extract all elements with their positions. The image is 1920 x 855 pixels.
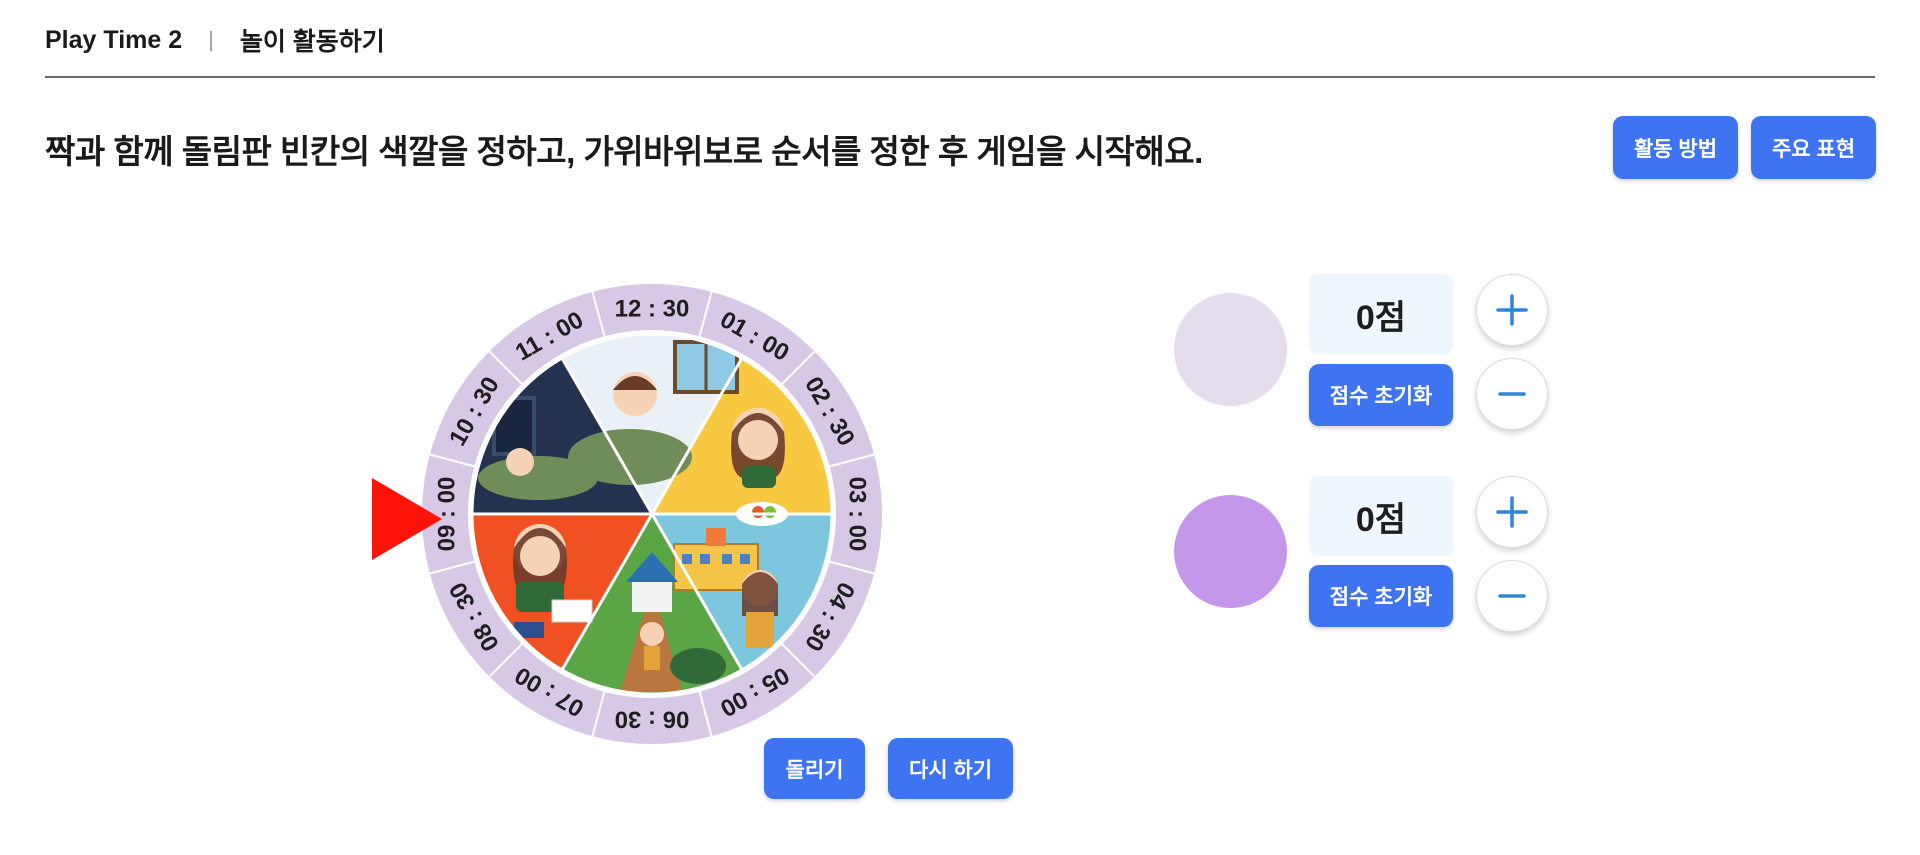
book-icon [551, 599, 593, 623]
player-2-subtract-button[interactable] [1476, 560, 1548, 632]
spin-wheel[interactable]: 01 : 00 02 : 30 03 : 00 04 : 30 05 : 00 06 : … [420, 282, 884, 746]
sleeping-blanket-icon [478, 456, 598, 500]
wheel-time-label: 03 : 00 [844, 477, 871, 552]
header: Play Time 2 | 놀이 활동하기 [45, 22, 385, 58]
plus-icon [1496, 294, 1528, 326]
house-icon [632, 582, 672, 612]
section-title: 놀이 활동하기 [239, 28, 385, 56]
app-title: Play Time 2 [45, 25, 183, 54]
wheel-pointer [372, 478, 442, 560]
plus-icon [1496, 496, 1528, 528]
player-1-score: 0점 [1309, 274, 1453, 354]
header-separator: | [208, 27, 214, 52]
restart-button[interactable]: 다시 하기 [888, 738, 1013, 799]
player-1-reset-score-button[interactable]: 점수 초기화 [1309, 364, 1453, 426]
minus-icon [1498, 594, 1526, 598]
wheel-time-label: 06 : 30 [615, 706, 690, 733]
player-1-color [1174, 293, 1287, 406]
walking-girl-icon [640, 622, 664, 646]
player-2-color [1174, 495, 1287, 608]
key-expressions-button[interactable]: 주요 표현 [1751, 116, 1876, 179]
player-1-add-button[interactable] [1476, 274, 1548, 346]
wheel-time-label: 12 : 30 [615, 296, 690, 323]
instruction-text: 짝과 함께 돌림판 빈칸의 색깔을 정하고, 가위바위보로 순서를 정한 후 게… [45, 133, 1203, 170]
sleeping-girl-icon [506, 448, 534, 476]
how-to-button[interactable]: 활동 방법 [1613, 116, 1738, 179]
player-2-add-button[interactable] [1476, 476, 1548, 548]
wheel-graphic: 01 : 0002 : 3003 : 0004 : 3005 : 0006 : … [422, 284, 882, 744]
player-2-reset-score-button[interactable]: 점수 초기화 [1309, 565, 1453, 627]
minus-icon [1498, 392, 1526, 396]
header-divider [45, 76, 1875, 78]
player-1-subtract-button[interactable] [1476, 358, 1548, 430]
spin-button[interactable]: 돌리기 [764, 738, 865, 799]
player-2-score: 0점 [1309, 476, 1453, 556]
